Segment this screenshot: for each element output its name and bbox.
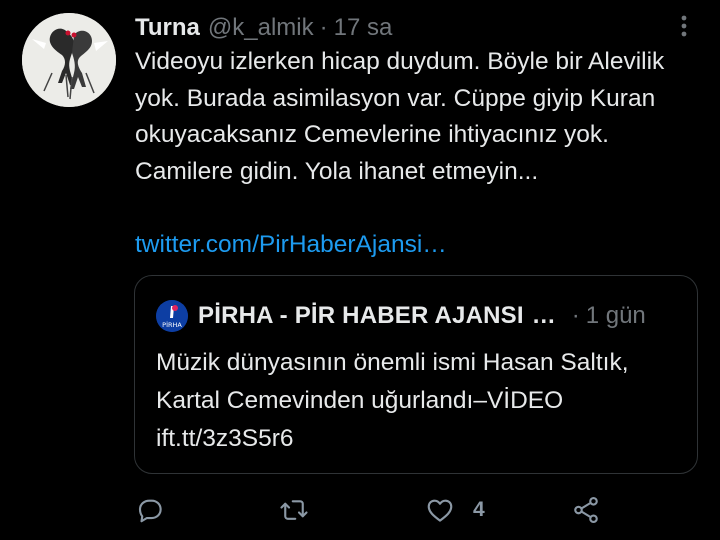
retweet-button[interactable] <box>279 492 309 528</box>
quote-display-name[interactable]: PİRHA - PİR HABER AJANSI <box>198 302 524 330</box>
separator-dot: · <box>319 14 328 41</box>
retweet-icon <box>280 500 308 520</box>
avatar[interactable] <box>22 13 116 107</box>
quote-text: Müzik dünyasının önemli ismi Hasan Saltı… <box>156 349 629 452</box>
quote-separator-dot: · <box>571 302 580 329</box>
user-handle[interactable]: @k_almik <box>208 14 314 42</box>
pirha-logo-icon: PİRHA <box>156 300 188 332</box>
share-icon <box>574 496 598 524</box>
display-name[interactable]: Turna <box>135 14 200 42</box>
share-button[interactable] <box>571 492 601 528</box>
heart-icon <box>427 499 453 522</box>
reply-button[interactable] <box>135 492 165 528</box>
reply-icon <box>138 499 162 523</box>
quote-header: PİRHA PİRHA - PİR HABER AJANSI … · 1 gün <box>156 300 646 332</box>
action-bar: 4 <box>135 492 605 528</box>
tweet-link[interactable]: twitter.com/PirHaberAjansi… <box>135 227 447 263</box>
more-vertical-icon <box>681 15 687 37</box>
tweet-time[interactable]: 17 sa <box>334 14 393 42</box>
quote-avatar-text: PİRHA <box>162 320 182 329</box>
like-button[interactable]: 4 <box>425 492 485 528</box>
crane-avatar-image <box>22 13 116 107</box>
quote-name-ellipsis: … <box>531 302 556 329</box>
tweet-text: Videoyu izlerken hicap duydum. Böyle bir… <box>135 48 665 185</box>
quote-avatar[interactable]: PİRHA <box>156 300 188 332</box>
more-options-button[interactable] <box>672 10 696 42</box>
tweet-header: Turna @k_almik · 17 sa <box>135 12 392 44</box>
quoted-tweet[interactable]: PİRHA PİRHA - PİR HABER AJANSI … · 1 gün… <box>134 275 698 474</box>
like-count: 4 <box>473 498 485 521</box>
quote-time[interactable]: 1 gün <box>586 302 646 330</box>
